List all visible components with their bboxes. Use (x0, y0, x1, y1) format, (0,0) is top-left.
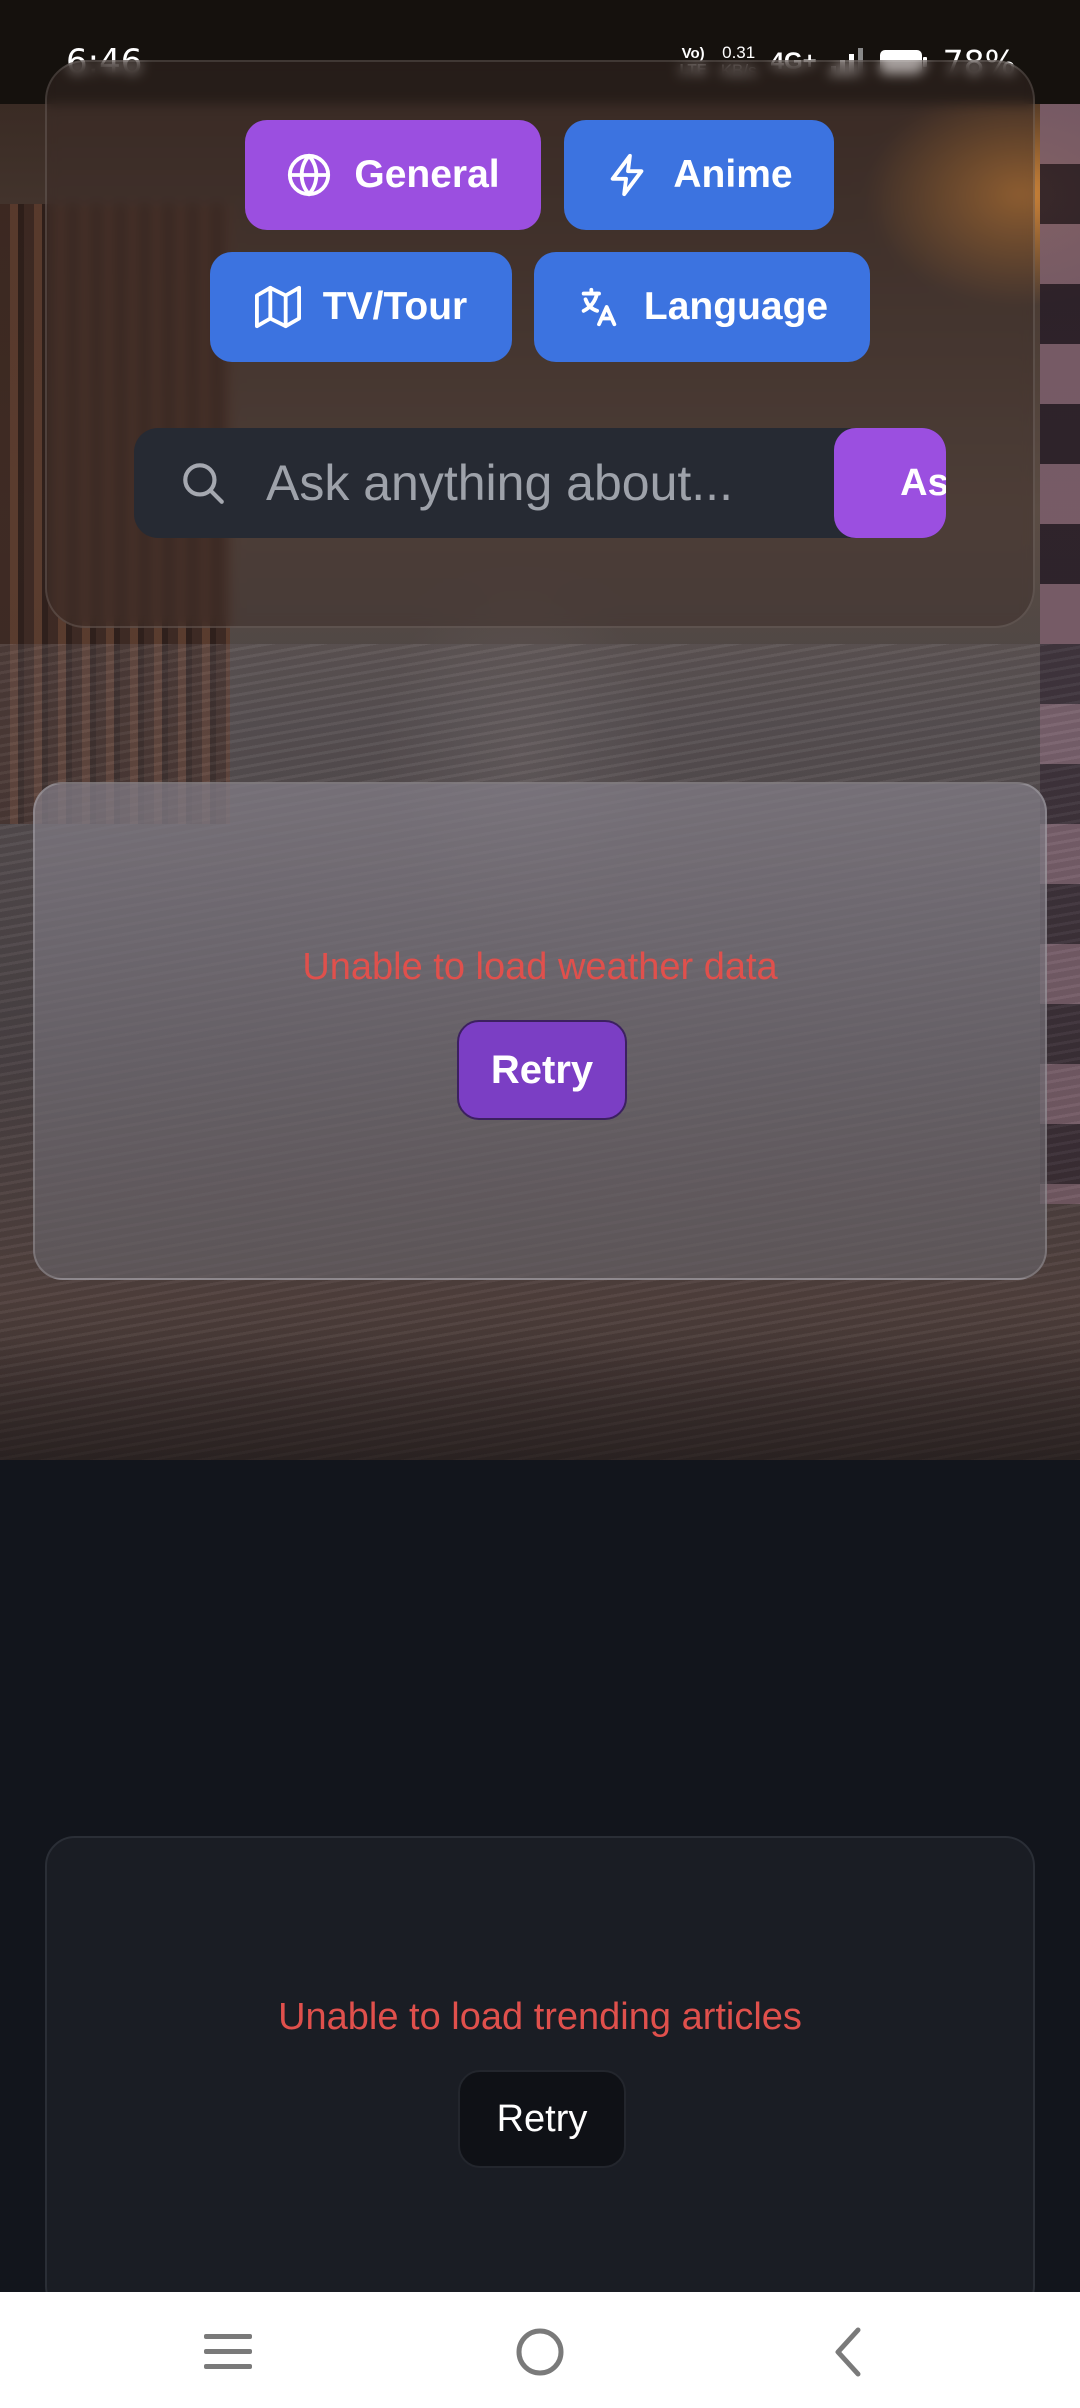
system-navigation-bar (0, 2292, 1080, 2408)
search-icon (183, 463, 224, 504)
ask-search-bar: Ask (134, 428, 946, 538)
lightning-icon (611, 153, 644, 197)
home-button[interactable] (500, 2312, 580, 2392)
trending-retry-button[interactable]: Retry (458, 2070, 626, 2168)
menu-icon (204, 2334, 252, 2369)
trending-articles-card: Unable to load trending articles Retry (45, 1836, 1035, 2316)
category-label: General (354, 153, 500, 196)
trending-error-message: Unable to load trending articles (278, 1996, 802, 2038)
category-label: TV/Tour (322, 285, 468, 328)
back-chevron-icon (835, 2327, 861, 2377)
weather-retry-button[interactable]: Retry (457, 1020, 627, 1120)
category-anime-button[interactable]: Anime (564, 120, 834, 230)
globe-icon (288, 153, 331, 197)
recent-apps-button[interactable] (188, 2312, 268, 2392)
ask-button[interactable]: Ask (834, 428, 946, 538)
category-language-button[interactable]: Language (534, 252, 870, 362)
map-icon (254, 285, 301, 329)
translate-icon (581, 287, 617, 327)
category-label: Language (643, 285, 829, 328)
category-tv-tour-button[interactable]: TV/Tour (210, 252, 512, 362)
back-button[interactable] (808, 2312, 888, 2392)
home-circle-icon (516, 2328, 564, 2376)
category-label: Anime (673, 153, 793, 196)
weather-card: Unable to load weather data Retry (33, 782, 1047, 1280)
search-input[interactable] (266, 428, 826, 538)
category-general-button[interactable]: General (245, 120, 541, 230)
weather-error-message: Unable to load weather data (302, 946, 778, 988)
